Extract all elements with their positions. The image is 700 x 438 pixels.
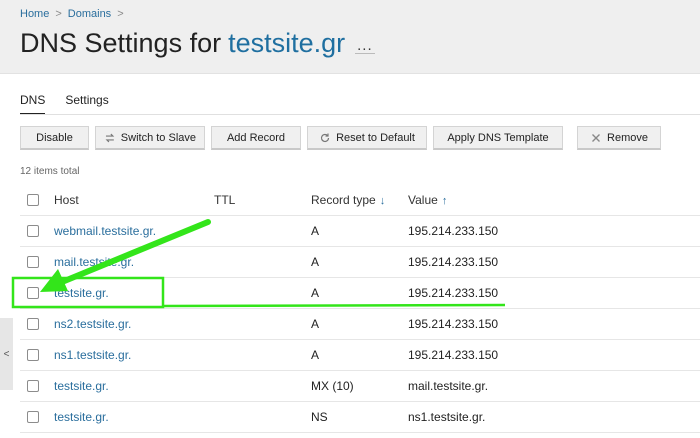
tab-dns[interactable]: DNS — [20, 93, 46, 115]
table-row: mail.testsite.gr. A 195.214.233.150 — [20, 247, 700, 278]
record-type-cell: A — [311, 286, 320, 300]
value-cell: 195.214.233.150 — [408, 317, 499, 331]
host-link[interactable]: testsite.gr. — [54, 286, 109, 300]
row-checkbox[interactable] — [27, 411, 39, 423]
add-record-label: Add Record — [226, 131, 286, 144]
table-header-row: Host TTL Record type ↓ Value ↑ — [20, 185, 700, 216]
column-header-ttl[interactable]: TTL — [214, 193, 235, 207]
remove-label: Remove — [607, 131, 648, 144]
host-link[interactable]: webmail.testsite.gr. — [54, 224, 156, 238]
record-type-cell: A — [311, 348, 320, 362]
host-link[interactable]: mail.testsite.gr. — [54, 255, 134, 269]
reset-to-default-button[interactable]: Reset to Default — [307, 126, 427, 150]
apply-dns-template-label: Apply DNS Template — [447, 131, 549, 144]
row-checkbox[interactable] — [27, 225, 39, 237]
page-title: DNS Settings for testsite.gr ... — [20, 28, 375, 59]
chevron-left-icon: < — [3, 348, 10, 360]
breadcrumb-separator-icon: > — [117, 8, 124, 20]
value-cell: 195.214.233.150 — [408, 348, 499, 362]
value-cell: mail.testsite.gr. — [408, 379, 489, 393]
row-checkbox[interactable] — [27, 349, 39, 361]
remove-button[interactable]: Remove — [577, 126, 661, 150]
reset-to-default-label: Reset to Default — [336, 131, 415, 144]
more-actions-menu[interactable]: ... — [355, 38, 375, 54]
switch-icon — [105, 133, 115, 142]
value-cell: 195.214.233.150 — [408, 255, 499, 269]
tabs: DNS Settings — [20, 93, 129, 115]
breadcrumb-domains[interactable]: Domains — [68, 8, 111, 20]
column-header-value-label: Value — [408, 193, 438, 207]
column-header-value[interactable]: Value ↑ — [408, 193, 447, 207]
column-header-host[interactable]: Host — [54, 193, 79, 207]
host-link[interactable]: testsite.gr. — [54, 379, 109, 393]
page-title-prefix: DNS Settings for — [20, 28, 222, 58]
page-header: Home > Domains > DNS Settings for testsi… — [0, 0, 700, 74]
row-checkbox[interactable] — [27, 380, 39, 392]
sort-down-icon: ↓ — [379, 195, 386, 207]
column-header-record-type-label: Record type — [311, 193, 376, 207]
sidebar-collapse-handle[interactable]: < — [0, 318, 13, 390]
value-cell: 195.214.233.150 — [408, 286, 499, 300]
page-title-domain: testsite.gr — [228, 28, 346, 58]
breadcrumb: Home > Domains > — [20, 8, 130, 20]
table-row: testsite.gr. NS ns1.testsite.gr. — [20, 402, 700, 433]
disable-button-label: Disable — [36, 131, 73, 144]
column-header-record-type[interactable]: Record type ↓ — [311, 193, 385, 207]
value-cell: ns1.testsite.gr. — [408, 410, 486, 424]
switch-to-slave-button[interactable]: Switch to Slave — [95, 126, 205, 150]
sort-up-icon: ↑ — [441, 195, 448, 207]
row-checkbox[interactable] — [27, 318, 39, 330]
record-type-cell: NS — [311, 410, 328, 424]
add-record-button[interactable]: Add Record — [211, 126, 301, 150]
switch-to-slave-label: Switch to Slave — [120, 131, 196, 144]
record-type-cell: A — [311, 255, 320, 269]
table-row: ns1.testsite.gr. A 195.214.233.150 — [20, 340, 700, 371]
record-type-cell: A — [311, 317, 320, 331]
items-total: 12 items total — [20, 166, 80, 177]
host-link[interactable]: ns2.testsite.gr. — [54, 317, 131, 331]
table-row: testsite.gr. A 195.214.233.150 — [20, 278, 700, 309]
record-type-cell: A — [311, 224, 320, 238]
host-link[interactable]: ns1.testsite.gr. — [54, 348, 131, 362]
tab-settings[interactable]: Settings — [65, 93, 108, 115]
breadcrumb-separator-icon: > — [55, 8, 62, 20]
breadcrumb-home[interactable]: Home — [20, 8, 49, 20]
remove-icon — [592, 133, 601, 142]
record-type-cell: MX (10) — [311, 379, 354, 393]
tabs-divider — [20, 114, 700, 115]
select-all-checkbox[interactable] — [27, 194, 39, 206]
reset-icon — [321, 133, 330, 142]
host-link[interactable]: testsite.gr. — [54, 410, 109, 424]
apply-dns-template-button[interactable]: Apply DNS Template — [433, 126, 563, 150]
dns-records-table: Host TTL Record type ↓ Value ↑ webmail.tes… — [20, 185, 700, 433]
row-checkbox[interactable] — [27, 256, 39, 268]
table-row: webmail.testsite.gr. A 195.214.233.150 — [20, 216, 700, 247]
toolbar: Disable Switch to Slave Add Record Reset… — [20, 126, 667, 150]
value-cell: 195.214.233.150 — [408, 224, 499, 238]
table-row: testsite.gr. MX (10) mail.testsite.gr. — [20, 371, 700, 402]
disable-button[interactable]: Disable — [20, 126, 89, 150]
row-checkbox[interactable] — [27, 287, 39, 299]
table-row: ns2.testsite.gr. A 195.214.233.150 — [20, 309, 700, 340]
